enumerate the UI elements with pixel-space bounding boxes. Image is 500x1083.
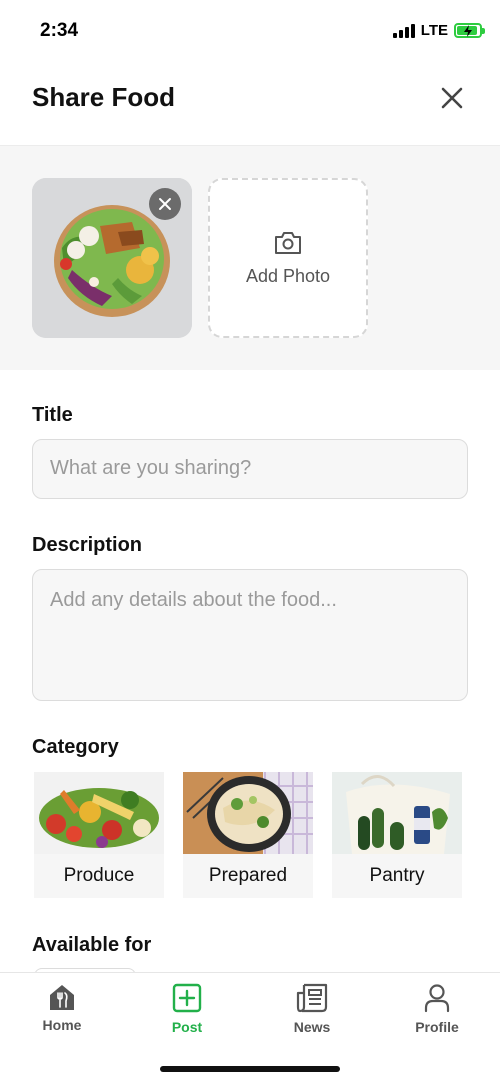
- close-icon: [441, 87, 463, 109]
- description-textarea[interactable]: Add any details about the food...: [32, 569, 468, 701]
- category-card-prepared[interactable]: Prepared: [183, 772, 313, 898]
- tab-label: Profile: [415, 1019, 459, 1035]
- person-icon: [424, 984, 450, 1013]
- home-indicator: [160, 1066, 340, 1072]
- status-time: 2:34: [40, 20, 79, 41]
- noodle-bowl-photo: [183, 772, 313, 854]
- tab-label: News: [293, 1019, 331, 1035]
- battery-icon: [454, 23, 485, 38]
- photo-section: Add Photo: [0, 146, 500, 370]
- signal-icon: [392, 23, 415, 38]
- available-for-label: Available for: [32, 934, 152, 956]
- category-name: Produce: [63, 865, 135, 886]
- category-card-produce[interactable]: Produce: [34, 772, 164, 898]
- page-title: Share Food: [32, 82, 176, 112]
- close-icon: [159, 198, 171, 210]
- home-icon: [50, 985, 74, 1010]
- pantry-image: [332, 772, 462, 854]
- groceries-photo: [332, 772, 462, 854]
- plus-square-icon: [172, 983, 202, 1013]
- remove-photo-button[interactable]: [149, 188, 181, 220]
- category-name: Prepared: [208, 865, 288, 886]
- prepared-image: [183, 772, 313, 854]
- bottom-tab-bar: Home Post News Profile: [0, 972, 500, 1083]
- category-label: Category: [32, 736, 119, 758]
- page-header: Share Food: [0, 62, 500, 146]
- status-indicators: LTE: [392, 22, 485, 39]
- tab-label: Home: [42, 1017, 82, 1033]
- title-input[interactable]: What are you sharing?: [32, 439, 468, 499]
- charging-bolt-icon: [464, 24, 472, 37]
- tab-post[interactable]: Post: [137, 983, 237, 1035]
- add-photo-label: Add Photo: [245, 265, 331, 286]
- tab-news[interactable]: News: [262, 983, 362, 1035]
- category-card-pantry[interactable]: Pantry: [332, 772, 462, 898]
- vegetables-photo: [34, 772, 164, 854]
- network-type: LTE: [420, 22, 448, 39]
- category-name: Pantry: [369, 865, 425, 886]
- tab-profile[interactable]: Profile: [387, 983, 487, 1035]
- newspaper-icon: [296, 983, 328, 1013]
- tab-home[interactable]: Home: [12, 983, 112, 1033]
- close-button[interactable]: [438, 84, 466, 112]
- produce-image: [34, 772, 164, 854]
- tab-label: Post: [171, 1019, 203, 1035]
- description-label: Description: [32, 534, 143, 556]
- title-label: Title: [32, 404, 73, 426]
- add-photo-button[interactable]: Add Photo: [208, 178, 368, 338]
- camera-icon: [275, 231, 301, 254]
- status-bar: 2:34 LTE: [0, 0, 500, 62]
